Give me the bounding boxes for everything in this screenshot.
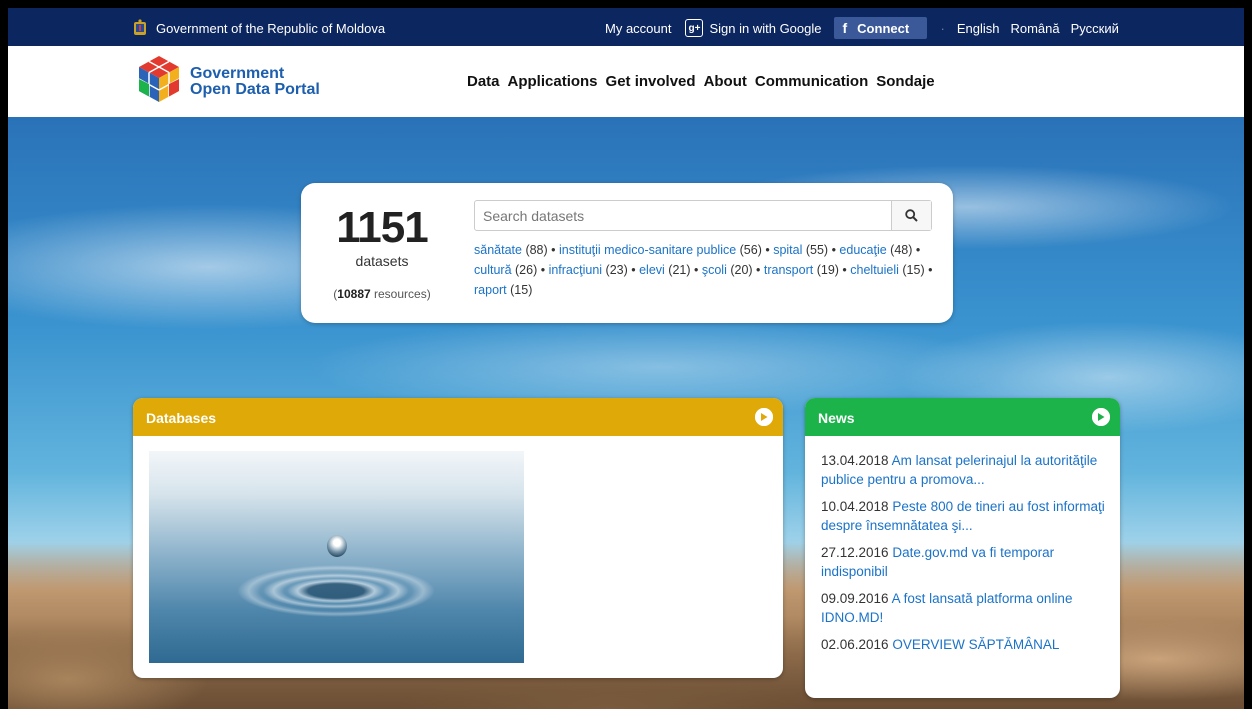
tag-count: (15) [506,283,533,297]
tag-separator: • [828,243,840,257]
page-frame: Government of the Republic of Moldova My… [8,8,1244,709]
government-link[interactable]: Government of the Republic of Moldova [132,19,385,37]
arrow-right-circle-icon[interactable] [1092,408,1110,426]
facebook-connect-label: Connect [857,20,910,36]
nav-sondaje[interactable]: Sondaje [876,73,934,90]
search-box [474,200,932,231]
news-item: 13.04.2018 Am lansat pelerinajul la auto… [821,451,1111,489]
tag-link[interactable]: transport [764,263,813,277]
nav-get-involved[interactable]: Get involved [606,73,696,90]
tag-separator: • [761,243,774,257]
databases-header[interactable]: Databases [133,398,783,436]
open-data-cube-logo[interactable] [135,54,183,104]
news-list: 13.04.2018 Am lansat pelerinajul la auto… [821,451,1111,662]
news-date: 13.04.2018 [821,453,889,468]
nav-applications[interactable]: Applications [508,73,598,90]
tag-separator: • [752,263,764,277]
my-account-link[interactable]: My account [605,21,671,36]
google-signin-link[interactable]: Sign in with Google [709,21,821,36]
tag-link[interactable]: infracţiuni [549,263,603,277]
separator: · [940,20,945,36]
account-area: My account g+ Sign in with Google f Conn… [605,17,1130,39]
tag-count: (55) [802,243,829,257]
databases-panel: Databases [133,398,783,678]
tag-link[interactable]: instituţii medico-sanitare publice [559,243,736,257]
top-bar: Government of the Republic of Moldova My… [8,8,1244,46]
tag-link[interactable]: spital [773,243,802,257]
tag-count: (20) [726,263,753,277]
language-english[interactable]: English [957,21,1000,36]
tag-count: (15) [898,263,925,277]
tag-separator: • [627,263,640,277]
facebook-icon: f [842,20,848,36]
dataset-count: 1151 datasets (10887 resources) [327,203,437,302]
tag-count: (48) [886,243,913,257]
site-header: Government Open Data Portal Data Applica… [8,46,1244,117]
news-item: 02.06.2016 OVERVIEW SĂPTĂMÂNAL [821,635,1111,654]
tag-separator: • [547,243,559,257]
main-nav: Data Applications Get involved About Com… [467,73,943,90]
tag-count: (88) [521,243,548,257]
tag-count: (19) [813,263,839,277]
tag-count: (23) [602,263,628,277]
tag-count: (21) [664,263,691,277]
google-plus-icon[interactable]: g+ [685,19,704,37]
news-date: 02.06.2016 [821,637,889,652]
language-russian[interactable]: Русский [1071,21,1119,36]
brand-line-1: Government [190,65,285,82]
coat-of-arms-icon [132,19,148,37]
news-title: News [818,410,855,426]
water-droplet [327,535,347,557]
news-item: 27.12.2016 Date.gov.md va fi temporar in… [821,543,1111,581]
news-header[interactable]: News [805,398,1120,436]
resources-count: (10887 resources) [327,287,437,301]
tag-separator: • [537,263,549,277]
language-romana[interactable]: Română [1010,21,1059,36]
popular-tags: sănătate (88) • instituţii medico-sanita… [474,240,934,300]
tag-count: (56) [736,243,762,257]
facebook-connect-button[interactable]: f Connect [833,17,927,39]
tag-link[interactable]: cheltuieli [850,263,899,277]
databases-title: Databases [146,410,217,426]
government-label: Government of the Republic of Moldova [156,20,386,36]
tag-link[interactable]: sănătate [474,243,522,257]
news-date: 09.09.2016 [821,591,889,606]
resources-number: 10887 [337,287,371,301]
resources-label: resources) [370,287,431,301]
news-date: 10.04.2018 [821,499,889,514]
news-link[interactable]: OVERVIEW SĂPTĂMÂNAL [892,637,1059,652]
nav-communication[interactable]: Communication [755,73,868,90]
news-date: 27.12.2016 [821,545,889,560]
nav-data[interactable]: Data [467,73,500,90]
tag-separator: • [690,263,702,277]
hero-background: 1151 datasets (10887 resources) sănătate… [8,117,1244,709]
tag-separator: • [912,243,921,257]
tag-separator: • [838,263,851,277]
search-button[interactable] [891,201,931,230]
dataset-count-label: datasets [355,253,409,269]
news-item: 10.04.2018 Peste 800 de tineri au fost i… [821,497,1111,535]
news-item: 09.09.2016 A fost lansată platforma onli… [821,589,1111,627]
brand-line-2: Open Data Portal [190,81,320,98]
dataset-count-number: 1151 [336,203,428,252]
tag-link[interactable]: elevi [639,263,665,277]
search-input[interactable] [475,201,891,230]
tag-separator: • [924,263,933,277]
tag-link[interactable]: raport [474,283,507,297]
water-drop-image[interactable] [149,451,524,663]
search-card: 1151 datasets (10887 resources) sănătate… [301,183,953,323]
tag-count: (26) [511,263,538,277]
nav-about[interactable]: About [704,73,747,90]
tag-link[interactable]: şcoli [702,263,727,277]
tag-link[interactable]: educaţie [839,243,886,257]
search-icon [905,209,918,222]
brand-name[interactable]: Government Open Data Portal [190,66,320,98]
tag-link[interactable]: cultură [474,263,512,277]
arrow-right-circle-icon[interactable] [755,408,773,426]
news-panel: News 13.04.2018 Am lansat pelerinajul la… [805,398,1120,698]
